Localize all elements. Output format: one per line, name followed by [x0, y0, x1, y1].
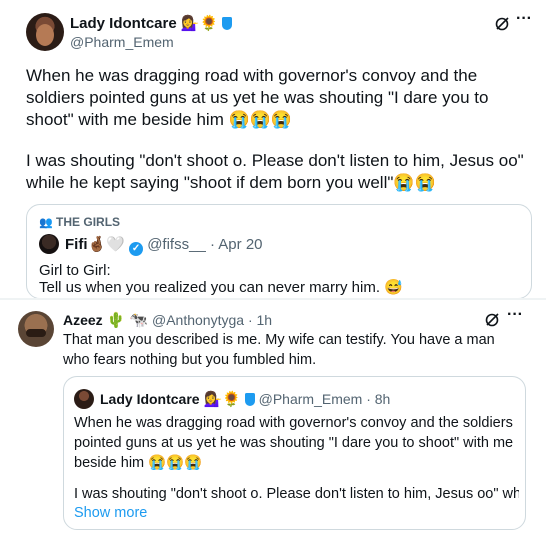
reply-quoted-handle: @Pharm_Emem [258, 391, 363, 407]
name-emojis: 💁‍♀️🌻 [180, 15, 219, 32]
reply-avatar[interactable] [18, 311, 54, 347]
reply-quoted-name-emojis: 💁‍♀️🌻 [203, 391, 241, 408]
reply-quoted-author-name: Lady Idontcare [100, 391, 200, 407]
show-more-link[interactable]: Show more [74, 503, 147, 523]
reply-quoted-avatar [74, 389, 94, 409]
avatar[interactable] [26, 13, 64, 51]
reply-quoted-shield-icon [244, 393, 255, 406]
reply-handle[interactable]: @Anthonytyga [152, 312, 244, 328]
reply-name-emojis: 🌵 🐄 [106, 312, 149, 329]
quoted-text-line-2: Tell us when you realized you can never … [39, 279, 403, 296]
reply-quoted-paragraph-1: When he was dragging road with governor'… [74, 415, 514, 471]
reply-more-icon[interactable]: ··· [507, 306, 523, 324]
reply-text: That man you described is me. My wife ca… [63, 332, 495, 368]
tweet-text-paragraph-1: When he was dragging road with governor'… [26, 66, 489, 129]
quoted-avatar [39, 234, 59, 254]
verified-icon: ✓ [129, 242, 144, 256]
more-icon[interactable]: ··· [516, 10, 532, 28]
reply-quoted-paragraph-2: I was shouting "don't shoot o. Please do… [74, 486, 519, 502]
reply-quoted-time: · 8h [366, 391, 391, 407]
shield-icon [222, 17, 233, 30]
community-label[interactable]: THE GIRLS [56, 215, 120, 229]
tweet-text-paragraph-2: I was shouting "don't shoot o. Please do… [26, 151, 524, 192]
reply-author-name[interactable]: Azeez [63, 312, 103, 328]
author-handle[interactable]: @Pharm_Emem [70, 34, 174, 50]
reply-quoted-card[interactable]: Lady Idontcare 💁‍♀️🌻 @Pharm_Emem · 8h Wh… [63, 376, 526, 530]
reply-grok-icon[interactable] [484, 312, 500, 328]
quoted-handle: @fifss__ [147, 236, 206, 253]
quoted-author-name: Fifi [65, 236, 88, 253]
quoted-tweet-card[interactable]: 👥 THE GIRLS Fifi🤞🏾🤍 ✓ @fifss__ · Apr 20 … [26, 204, 532, 299]
quoted-time: · Apr 20 [209, 236, 263, 253]
reply-time[interactable]: · 1h [248, 312, 272, 328]
section-divider [0, 298, 546, 300]
grok-icon[interactable] [494, 16, 510, 32]
community-icon: 👥 [39, 217, 53, 229]
quoted-name-emojis: 🤞🏾🤍 [87, 236, 125, 253]
author-name[interactable]: Lady Idontcare [70, 15, 177, 32]
